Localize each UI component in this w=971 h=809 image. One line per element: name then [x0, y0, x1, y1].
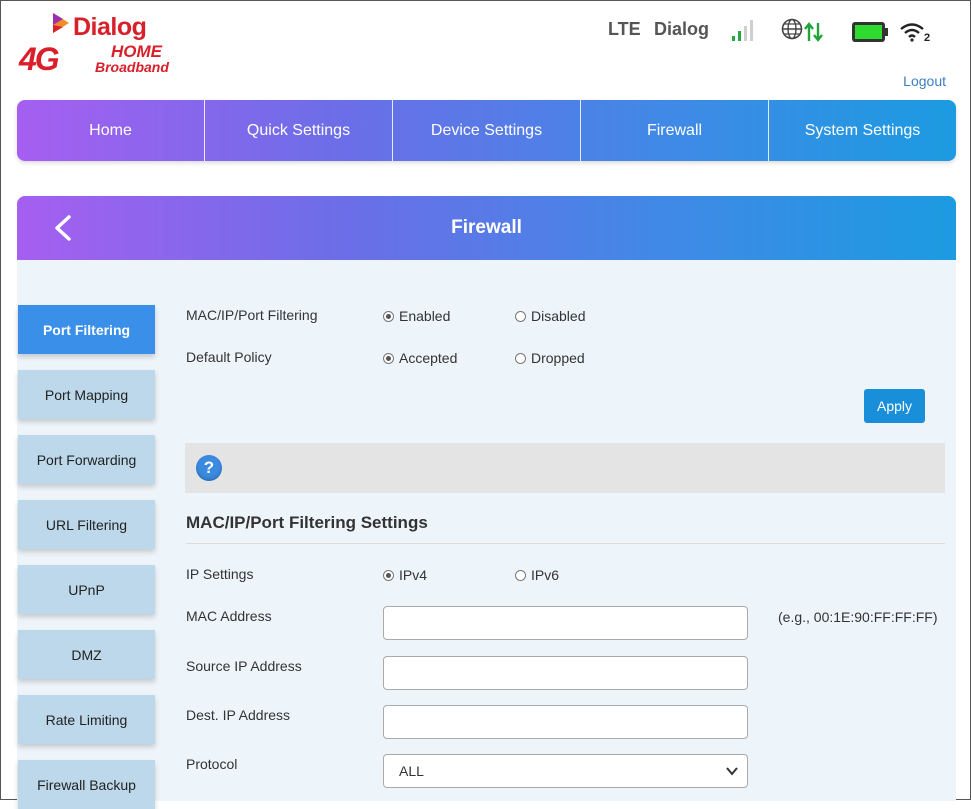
radio-unchecked-icon — [515, 310, 526, 322]
source-ip-input[interactable] — [383, 656, 748, 690]
ipv6-radio[interactable]: IPv6 — [515, 567, 559, 583]
wifi-client-count: 2 — [924, 32, 931, 44]
sidebar-item-port-filtering[interactable]: Port Filtering — [18, 305, 155, 354]
sidebar-item-dmz[interactable]: DMZ — [18, 630, 155, 679]
sidebar-item-rate-limiting[interactable]: Rate Limiting — [18, 695, 155, 744]
protocol-label: Protocol — [186, 756, 238, 772]
section-title: MAC/IP/Port Filtering Settings — [186, 513, 428, 532]
section-divider — [186, 543, 945, 544]
mac-address-input[interactable] — [383, 606, 748, 640]
sidebar-item-port-forwarding[interactable]: Port Forwarding — [18, 435, 155, 484]
network-type: LTE — [608, 19, 641, 39]
filtering-enabled-radio[interactable]: Enabled — [383, 308, 450, 324]
filtering-label: MAC/IP/Port Filtering — [186, 307, 318, 323]
sidebar-item-firewall-backup[interactable]: Firewall Backup — [18, 760, 155, 809]
policy-accepted-radio[interactable]: Accepted — [383, 350, 457, 366]
ipv6-label: IPv6 — [531, 567, 560, 583]
protocol-select[interactable]: ALL — [383, 754, 748, 788]
policy-dropped-label: Dropped — [531, 350, 585, 366]
back-arrow-icon[interactable] — [49, 212, 81, 244]
filtering-disabled-label: Disabled — [531, 308, 586, 324]
chevron-down-icon — [726, 767, 738, 776]
nav-home[interactable]: Home — [17, 100, 205, 161]
help-icon[interactable]: ? — [196, 455, 222, 481]
battery-icon — [852, 22, 888, 42]
protocol-selected-value: ALL — [399, 763, 424, 779]
data-transfer-icon — [804, 22, 823, 42]
nav-firewall[interactable]: Firewall — [581, 100, 769, 161]
apply-button[interactable]: Apply — [864, 389, 925, 423]
radio-unchecked-icon — [515, 352, 526, 364]
ip-settings-label: IP Settings — [186, 566, 254, 582]
dialog-logo: Dialog 4G HOME Broadband — [15, 11, 185, 77]
policy-accepted-label: Accepted — [399, 350, 458, 366]
brand-broadband: Broadband — [95, 59, 169, 75]
ipv4-radio[interactable]: IPv4 — [383, 567, 427, 583]
source-ip-label: Source IP Address — [186, 658, 302, 674]
carrier-name: Dialog — [654, 19, 710, 39]
panel-header: Firewall — [17, 196, 956, 260]
mac-address-label: MAC Address — [186, 608, 272, 624]
radio-unchecked-icon — [515, 569, 526, 581]
nav-system-settings[interactable]: System Settings — [769, 100, 956, 161]
brand-4g: 4G — [19, 41, 60, 77]
signal-strength-icon — [732, 20, 753, 41]
filtering-enabled-label: Enabled — [399, 308, 451, 324]
default-policy-label: Default Policy — [186, 349, 272, 365]
page-title: Firewall — [451, 217, 522, 238]
logout-link[interactable]: Logout — [903, 73, 946, 89]
filtering-disabled-radio[interactable]: Disabled — [515, 308, 585, 324]
sidebar-item-upnp[interactable]: UPnP — [18, 565, 155, 614]
radio-checked-icon — [383, 352, 394, 364]
wifi-icon — [900, 23, 924, 42]
sidebar-item-url-filtering[interactable]: URL Filtering — [18, 500, 155, 549]
policy-dropped-radio[interactable]: Dropped — [515, 350, 585, 366]
ipv4-label: IPv4 — [399, 567, 428, 583]
sidebar-item-port-mapping[interactable]: Port Mapping — [18, 370, 155, 419]
globe-icon — [781, 18, 803, 40]
radio-checked-icon — [383, 569, 394, 581]
brand-name: Dialog — [73, 13, 147, 41]
nav-quick-settings[interactable]: Quick Settings — [205, 100, 393, 161]
mac-address-hint: (e.g., 00:1E:90:FF:FF:FF) — [778, 609, 938, 625]
main-nav: Home Quick Settings Device Settings Fire… — [17, 100, 956, 161]
dest-ip-input[interactable] — [383, 705, 748, 739]
dest-ip-label: Dest. IP Address — [186, 707, 291, 723]
help-bar — [185, 443, 945, 493]
radio-checked-icon — [383, 310, 394, 322]
dialog-logo-icon — [53, 13, 69, 33]
nav-device-settings[interactable]: Device Settings — [393, 100, 581, 161]
